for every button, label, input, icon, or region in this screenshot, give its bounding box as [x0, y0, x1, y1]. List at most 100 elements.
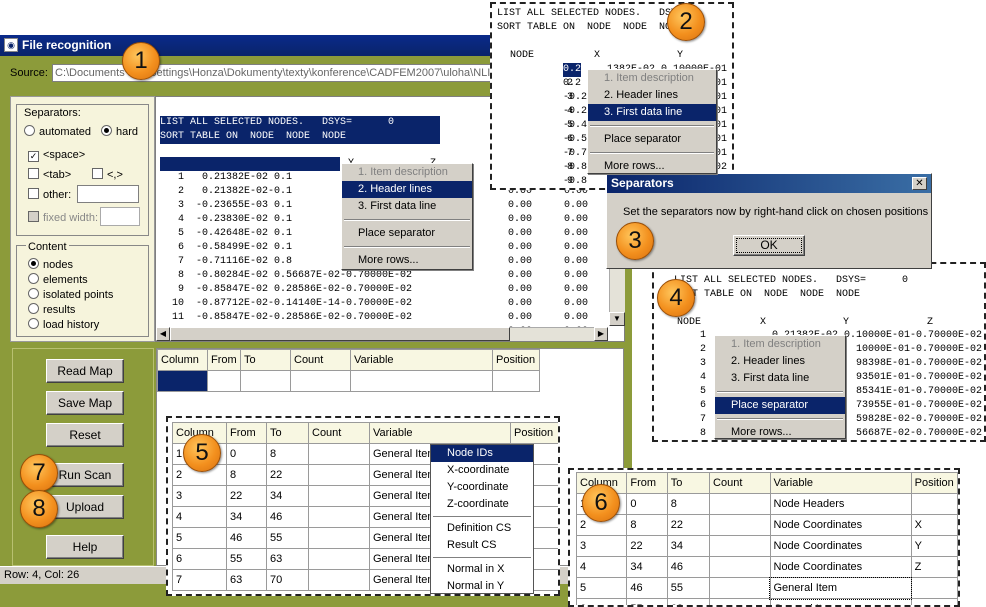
grid-cell-from[interactable]: 46	[626, 577, 668, 599]
checkbox-other[interactable]: other:	[28, 188, 71, 201]
grid-cell-position[interactable]: Z	[910, 556, 958, 578]
grid-cell-count[interactable]	[308, 548, 370, 570]
grid-cell-column[interactable]: 5	[575, 577, 628, 599]
grid-cell-count[interactable]	[709, 514, 771, 536]
content-radio-results[interactable]: results	[28, 303, 75, 316]
content-radio-load-history[interactable]: load history	[28, 318, 99, 331]
content-radio-nodes[interactable]: nodes	[28, 258, 73, 271]
grid-cell[interactable]	[240, 370, 291, 392]
scroll-left-arrow[interactable]: ◀	[156, 327, 170, 341]
grid-cell-to[interactable]: 22	[666, 514, 711, 536]
radio-automated[interactable]: automated	[24, 125, 91, 138]
grid-cell-from[interactable]: 8	[626, 514, 668, 536]
grid-cell-variable[interactable]: Node Coordinates	[769, 514, 912, 536]
menu-first-data-line[interactable]: 3. First data line	[342, 198, 472, 215]
grid-cell-column[interactable]: 5	[172, 527, 227, 549]
grid-cell-to[interactable]: 46	[266, 506, 309, 528]
other-separator-input[interactable]	[77, 185, 139, 203]
grid-cell-from[interactable]: 0	[226, 443, 267, 465]
grid-cell-position[interactable]: X	[910, 514, 958, 536]
dropdown-option[interactable]: Y-coordinate	[431, 479, 533, 496]
grid-cell-to[interactable]: 8	[666, 493, 711, 515]
grid-cell-position[interactable]	[910, 598, 958, 605]
menu-more-rows[interactable]: More rows...	[342, 252, 472, 269]
grid-column-header[interactable]: Count	[709, 472, 771, 494]
grid-column-header[interactable]: Variable	[369, 422, 511, 444]
menu-item-description[interactable]: 1. Item description	[715, 336, 845, 353]
grid-cell-count[interactable]	[308, 527, 370, 549]
grid-cell-variable[interactable]: Node Coordinates	[769, 535, 912, 557]
grid-cell-to[interactable]: 8	[266, 443, 309, 465]
grid-cell-count[interactable]	[709, 493, 771, 515]
content-radio-elements[interactable]: elements	[28, 273, 88, 286]
grid-column-header[interactable]: To	[666, 472, 711, 494]
grid-cell-variable[interactable]: Node Coordinates	[769, 556, 912, 578]
grid-column-header[interactable]: Position	[510, 422, 558, 444]
scroll-down-arrow[interactable]: ▼	[609, 312, 625, 326]
dropdown-option[interactable]: Z-coordinate	[431, 496, 533, 513]
dialog-ok-button[interactable]: OK	[733, 235, 805, 256]
menu-item-description[interactable]: 1. Item description	[342, 164, 472, 181]
grid-cell-to[interactable]: 63	[666, 598, 711, 605]
grid-cell-position[interactable]: Y	[910, 535, 958, 557]
grid-cell-count[interactable]	[709, 577, 771, 599]
menu-header-lines[interactable]: 2. Header lines	[342, 181, 472, 198]
grid-cell-count[interactable]	[308, 569, 370, 591]
dropdown-option[interactable]: Result CS	[431, 537, 533, 554]
grid-column-header[interactable]: Variable	[769, 472, 912, 494]
menu-more-rows[interactable]: More rows...	[715, 424, 845, 441]
menu-place-separator[interactable]: Place separator	[588, 131, 716, 148]
grid-cell-variable[interactable]: Node Headers	[769, 493, 912, 515]
source-path-field[interactable]: C:\Documents and Settings\Honza\Dokument…	[52, 64, 502, 82]
content-radio-isolated-points[interactable]: isolated points	[28, 288, 113, 301]
grid-cell-from[interactable]: 55	[226, 548, 267, 570]
menu-place-separator[interactable]: Place separator	[342, 225, 472, 242]
grid-cell-to[interactable]: 70	[266, 569, 309, 591]
grid-column-header[interactable]: Position	[492, 349, 540, 371]
checkbox-comma[interactable]: <,>	[92, 168, 123, 181]
scroll-thumb[interactable]	[170, 327, 510, 341]
grid-column-header[interactable]: From	[207, 349, 241, 371]
dropdown-option[interactable]: Definition CS	[431, 520, 533, 537]
grid-column-header[interactable]: Count	[290, 349, 351, 371]
grid-cell-from[interactable]: 46	[226, 527, 267, 549]
grid-cell-count[interactable]	[308, 464, 370, 486]
menu-place-separator[interactable]: Place separator	[715, 397, 845, 414]
grid-column-header[interactable]: From	[226, 422, 267, 444]
radio-hard[interactable]: hard	[101, 125, 138, 138]
grid-cell-to[interactable]: 22	[266, 464, 309, 486]
grid-cell-column[interactable]: 6	[172, 548, 227, 570]
dropdown-option[interactable]: Node IDs	[431, 445, 533, 462]
grid-column-header[interactable]: Column	[157, 349, 208, 371]
grid-cell-selected[interactable]	[157, 370, 208, 392]
grid-cell[interactable]	[290, 370, 351, 392]
grid-cell[interactable]	[492, 370, 540, 392]
grid-cell-from[interactable]: 63	[226, 569, 267, 591]
grid-cell-from[interactable]: 22	[626, 535, 668, 557]
menu-first-data-line[interactable]: 3. First data line	[588, 104, 716, 121]
checkbox-space[interactable]: ✓ <space>	[28, 149, 85, 162]
grid-cell-column[interactable]: 4	[172, 506, 227, 528]
grid-cell-column[interactable]: 7	[172, 569, 227, 591]
menu-item-description[interactable]: 1. Item description	[588, 70, 716, 87]
grid-cell-count[interactable]	[308, 443, 370, 465]
grid-cell-column[interactable]: 3	[575, 535, 628, 557]
menu-header-lines[interactable]: 2. Header lines	[588, 87, 716, 104]
menu-first-data-line[interactable]: 3. First data line	[715, 370, 845, 387]
grid-cell-count[interactable]	[308, 506, 370, 528]
dialog-close-button[interactable]: ✕	[912, 177, 927, 190]
grid-cell-position[interactable]	[910, 577, 958, 599]
grid-column-header[interactable]: Position	[910, 472, 958, 494]
grid-cell-to[interactable]: 46	[666, 556, 711, 578]
help-button[interactable]: Help	[46, 535, 124, 559]
grid-cell-count[interactable]	[709, 598, 771, 605]
grid-cell-variable[interactable]: General Item	[768, 576, 913, 600]
grid-cell-from[interactable]: 55	[626, 598, 668, 605]
grid-cell-from[interactable]: 34	[626, 556, 668, 578]
grid-cell-count[interactable]	[308, 485, 370, 507]
dropdown-option[interactable]: Normal in Y	[431, 578, 533, 593]
grid-cell-from[interactable]: 22	[226, 485, 267, 507]
save-map-button[interactable]: Save Map	[46, 391, 124, 415]
grid-column-header[interactable]: Variable	[350, 349, 493, 371]
grid-cell[interactable]	[350, 370, 493, 392]
